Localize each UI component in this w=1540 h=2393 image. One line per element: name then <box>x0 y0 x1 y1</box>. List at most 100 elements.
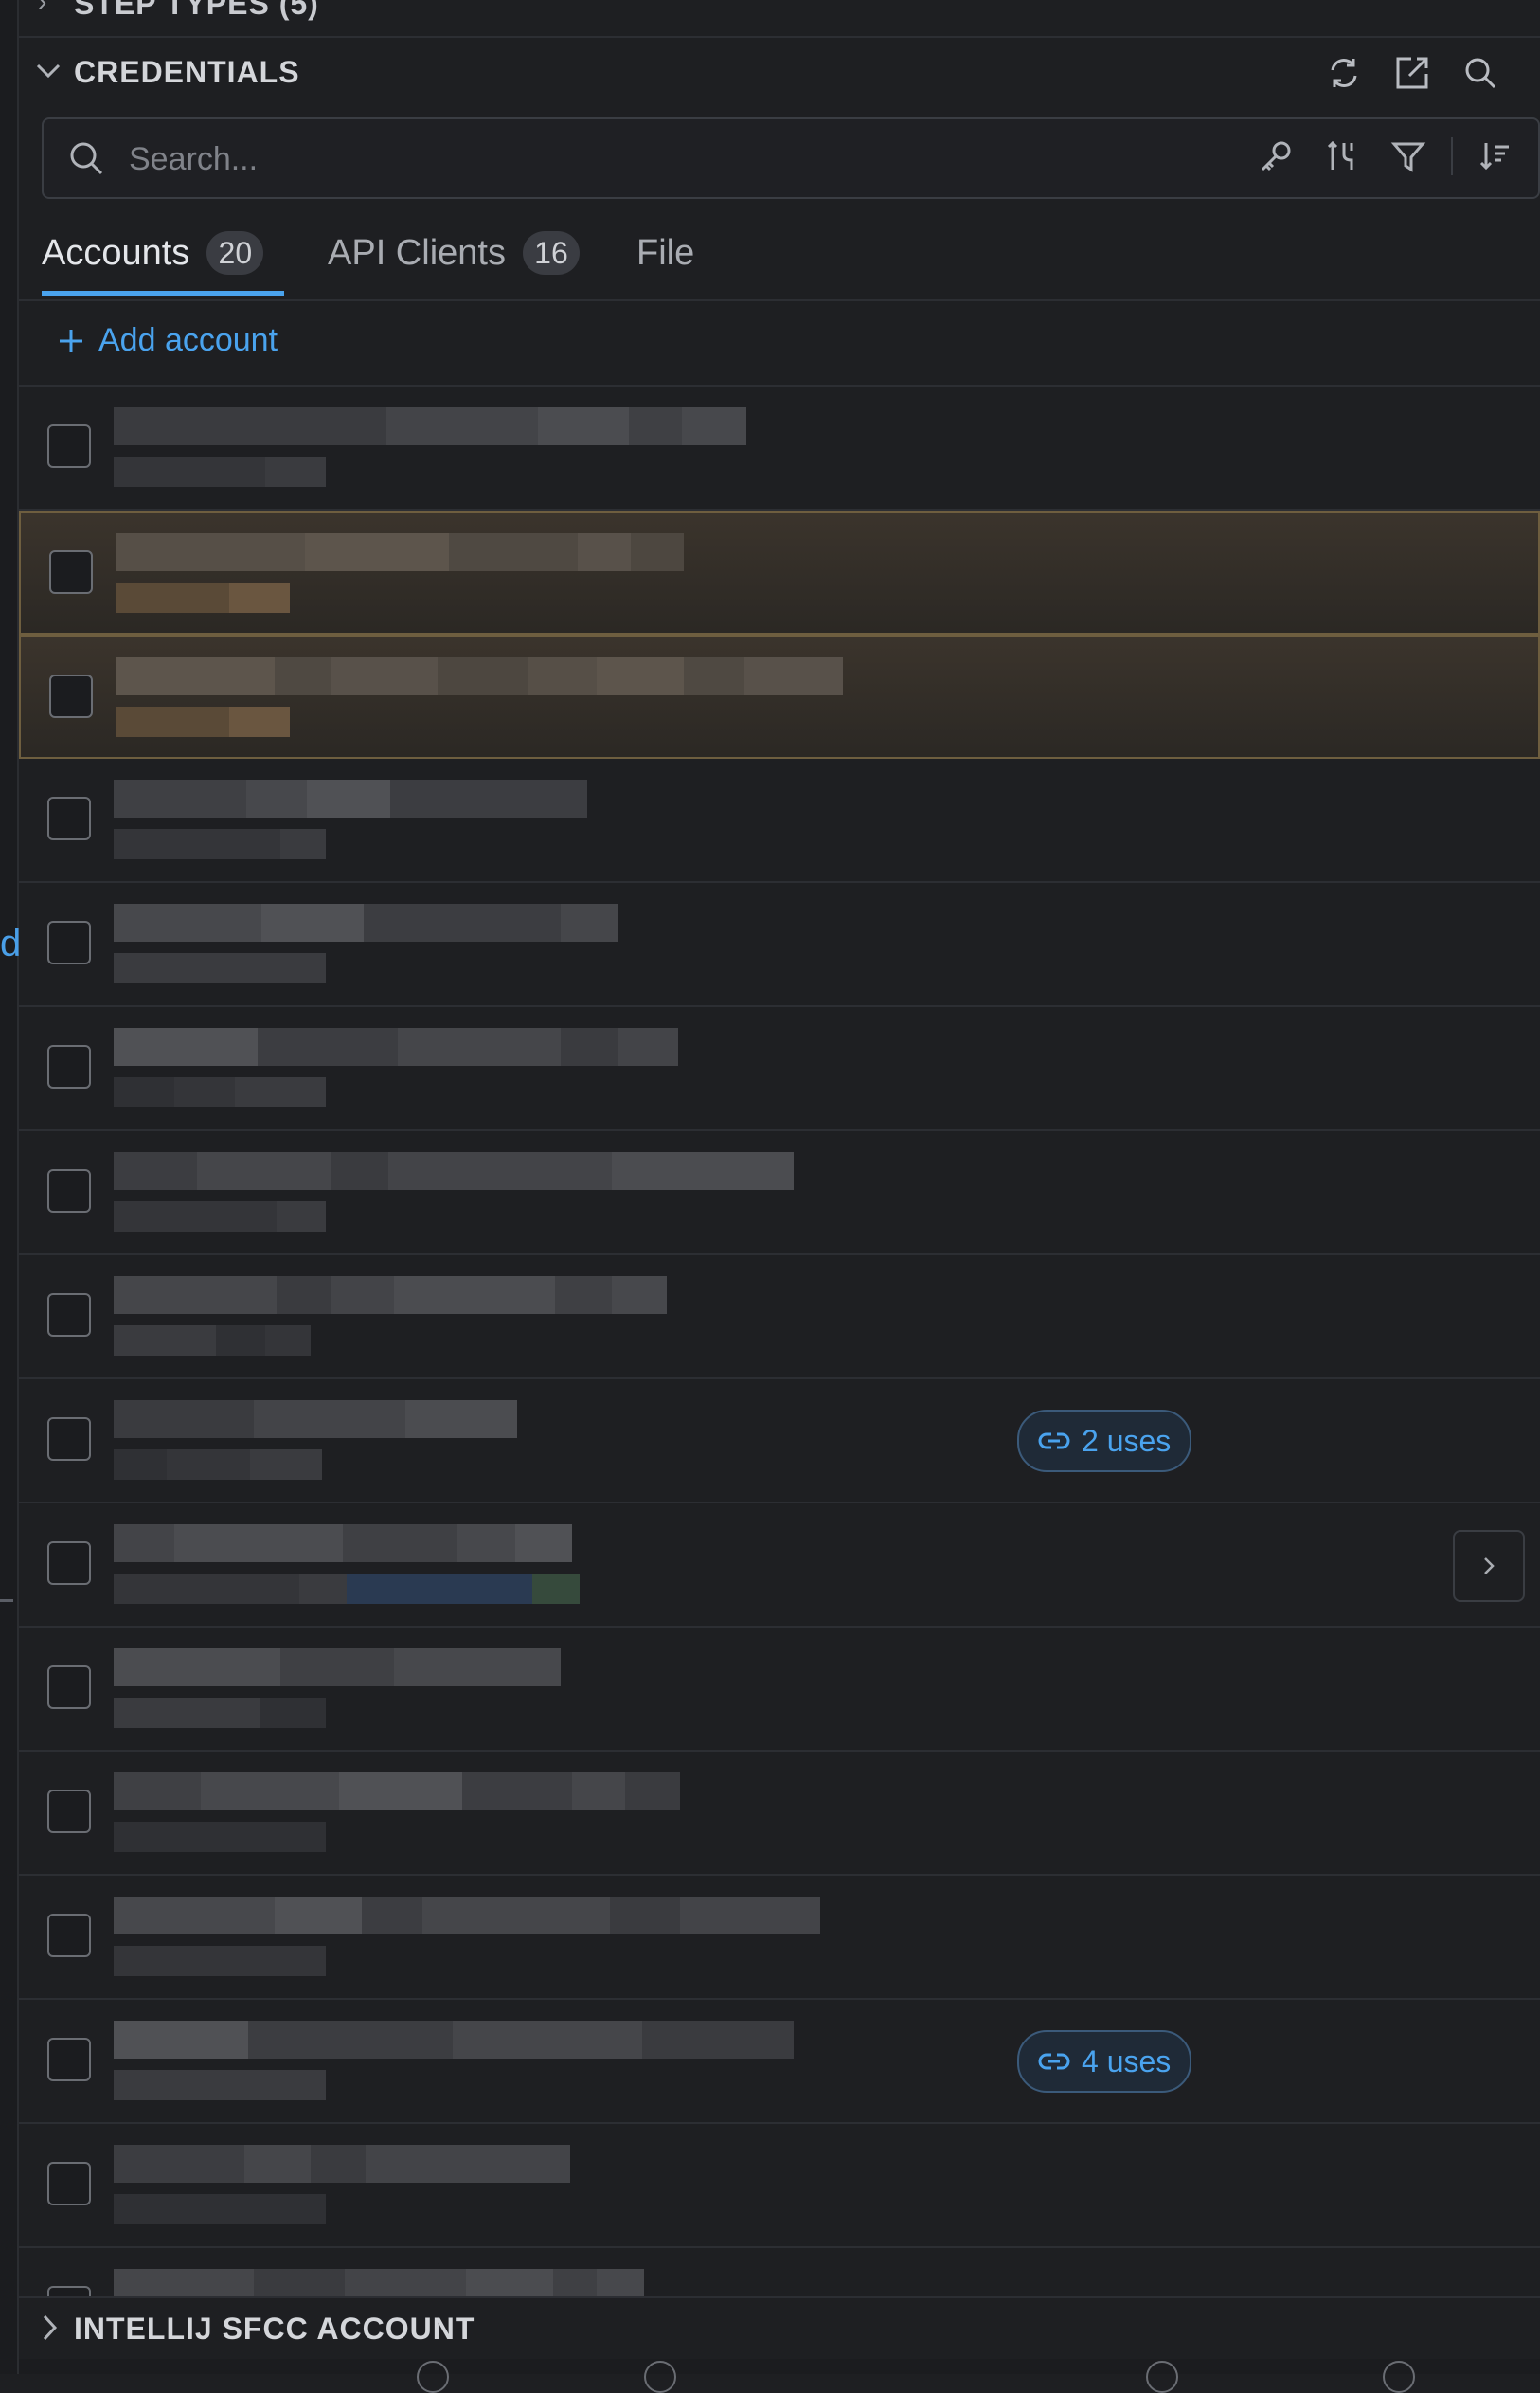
redacted-account-name <box>116 657 843 695</box>
row-checkbox[interactable] <box>47 797 91 840</box>
account-row[interactable] <box>19 883 1540 1007</box>
redacted-account-detail <box>114 953 326 983</box>
redacted-account-name <box>114 1772 680 1810</box>
search-icon[interactable] <box>1457 51 1504 95</box>
row-checkbox[interactable] <box>47 1169 91 1213</box>
account-row[interactable] <box>19 387 1540 511</box>
tab-label: Accounts <box>42 233 190 273</box>
uses-badge[interactable]: 4 uses <box>1017 2030 1192 2093</box>
row-checkbox[interactable] <box>47 2286 91 2296</box>
redacted-account-detail <box>114 1449 322 1480</box>
tab-accounts[interactable]: Accounts 20 <box>42 231 284 296</box>
account-row[interactable] <box>19 1255 1540 1379</box>
tab-api-clients[interactable]: API Clients 16 <box>328 231 612 296</box>
account-row[interactable] <box>19 1503 1540 1628</box>
account-row[interactable] <box>19 2124 1540 2248</box>
section-step-types[interactable]: › STEP TYPES (5) <box>19 0 1540 38</box>
redacted-account-name <box>116 533 684 571</box>
redacted-account-detail <box>114 1698 326 1728</box>
row-checkbox[interactable] <box>47 1417 91 1461</box>
redacted-account-name <box>114 904 618 942</box>
link-icon <box>1038 2053 1070 2070</box>
truncated-text-fragment: d <box>0 923 22 964</box>
redacted-account-name <box>114 1276 667 1314</box>
redacted-account-detail <box>114 829 326 859</box>
status-strip <box>19 2359 1540 2393</box>
redacted-account-detail <box>114 1201 326 1232</box>
account-row[interactable] <box>19 1752 1540 1876</box>
account-row[interactable] <box>19 759 1540 883</box>
tab-label: File <box>636 233 695 273</box>
redacted-account-name <box>114 407 746 445</box>
account-row[interactable] <box>19 635 1540 759</box>
refresh-icon[interactable] <box>1320 51 1368 95</box>
row-checkbox[interactable] <box>47 1293 91 1337</box>
redacted-account-detail <box>114 1822 326 1852</box>
redacted-account-name <box>114 1524 572 1562</box>
account-row[interactable] <box>19 1876 1540 2000</box>
count-badge: 20 <box>206 231 264 275</box>
redacted-account-name <box>114 1028 678 1066</box>
section-intellij-sfcc-account[interactable]: INTELLIJ SFCC ACCOUNT <box>19 2296 1540 2361</box>
row-checkbox[interactable] <box>47 1541 91 1585</box>
chevron-right-icon <box>34 2312 66 2348</box>
redacted-account-name <box>114 2145 570 2183</box>
add-account-button[interactable]: Add account <box>57 322 278 359</box>
account-row[interactable]: 2 uses <box>19 1379 1540 1503</box>
row-checkbox[interactable] <box>49 550 93 594</box>
uses-label: 4 uses <box>1082 2043 1172 2078</box>
left-gutter: d <box>0 0 22 2374</box>
row-checkbox[interactable] <box>47 1045 91 1089</box>
redacted-account-name <box>114 1648 561 1686</box>
redacted-account-detail <box>114 1077 326 1107</box>
row-checkbox[interactable] <box>47 1790 91 1833</box>
chevron-right-icon <box>1484 1557 1495 1574</box>
redacted-account-name <box>114 1152 794 1190</box>
redacted-account-detail <box>116 583 290 613</box>
account-row[interactable] <box>19 1131 1540 1255</box>
row-checkbox[interactable] <box>47 1665 91 1709</box>
search-input[interactable] <box>127 136 1173 182</box>
uses-label: 2 uses <box>1082 1423 1172 1458</box>
open-external-icon[interactable] <box>1388 51 1436 95</box>
section-title: CREDENTIALS <box>74 55 300 89</box>
redacted-account-detail <box>114 2070 326 2100</box>
account-row[interactable] <box>19 2248 1540 2296</box>
redacted-account-detail <box>114 457 326 487</box>
redacted-account-name <box>114 2269 644 2296</box>
gutter-marker <box>0 1599 13 1602</box>
accounts-list: 2 uses 4 uses <box>19 387 1540 2296</box>
tab-label: API Clients <box>328 233 506 273</box>
expand-row-button[interactable] <box>1453 1530 1525 1602</box>
plus-icon <box>60 329 82 352</box>
sort-icon[interactable] <box>1472 135 1519 178</box>
credentials-header[interactable]: CREDENTIALS <box>19 38 1540 106</box>
search-field[interactable] <box>42 117 1540 199</box>
section-title: INTELLIJ SFCC ACCOUNT <box>74 2312 475 2346</box>
redacted-account-name <box>114 1400 517 1438</box>
divider <box>1451 137 1453 175</box>
account-row[interactable] <box>19 511 1540 635</box>
search-icon <box>66 138 106 183</box>
account-row[interactable] <box>19 1007 1540 1131</box>
filter-icon[interactable] <box>1385 135 1432 178</box>
tab-file[interactable]: File <box>636 233 712 296</box>
redacted-account-detail <box>116 707 290 737</box>
redacted-account-name <box>114 780 587 818</box>
uses-badge[interactable]: 2 uses <box>1017 1410 1192 1472</box>
account-row[interactable] <box>19 1628 1540 1752</box>
tab-bar: Accounts 20 API Clients 16 File <box>19 224 1540 301</box>
redacted-account-detail <box>114 1574 580 1604</box>
merge-icon[interactable] <box>1318 135 1366 178</box>
row-checkbox[interactable] <box>49 675 93 718</box>
row-checkbox[interactable] <box>47 2162 91 2205</box>
redacted-account-detail <box>114 1946 326 1976</box>
count-badge: 16 <box>522 231 580 275</box>
add-account-label: Add account <box>98 322 278 358</box>
account-row[interactable]: 4 uses <box>19 2000 1540 2124</box>
row-checkbox[interactable] <box>47 2038 91 2081</box>
row-checkbox[interactable] <box>47 921 91 964</box>
row-checkbox[interactable] <box>47 1914 91 1957</box>
key-icon[interactable] <box>1252 135 1299 178</box>
row-checkbox[interactable] <box>47 424 91 468</box>
